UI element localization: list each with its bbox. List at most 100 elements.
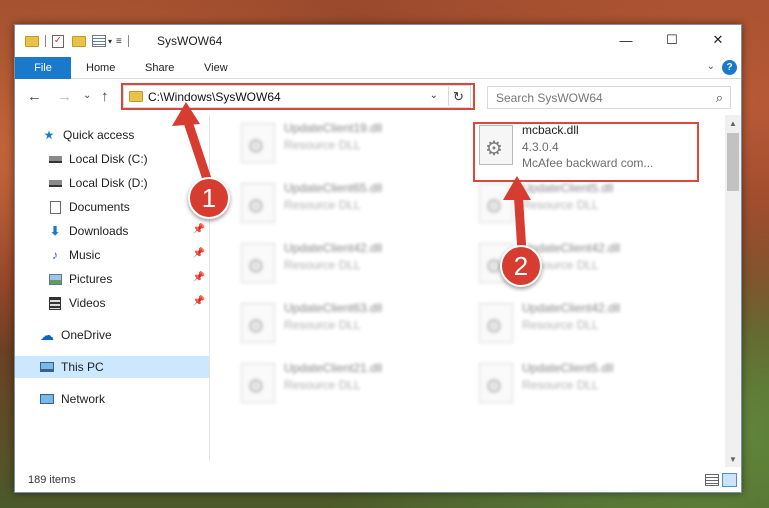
help-icon[interactable]: ? bbox=[722, 60, 737, 75]
file-item[interactable]: ⚙ UpdateClient63.dll Resource DLL bbox=[236, 299, 461, 347]
ribbon-tabs: File Home Share View ⌄ ? bbox=[15, 57, 741, 79]
item-count: 189 items bbox=[28, 474, 76, 486]
computer-icon bbox=[39, 360, 55, 374]
documents-icon bbox=[47, 200, 63, 214]
minimize-button[interactable]: — bbox=[603, 25, 649, 55]
file-item[interactable]: ⚙ UpdateClient42.dll Resource DLL bbox=[236, 239, 461, 287]
sidebar-item-music[interactable]: ♪ Music 📌 bbox=[15, 244, 209, 266]
file-item[interactable]: ⚙ UpdateClient42.dll Resource DLL bbox=[474, 299, 699, 347]
sidebar-item-label: Pictures bbox=[69, 272, 113, 286]
videos-icon bbox=[47, 296, 63, 310]
toolbar-divider bbox=[45, 35, 46, 47]
sidebar-item-this-pc[interactable]: This PC bbox=[15, 356, 209, 378]
toolbar-dropdown-icon[interactable]: ≡ bbox=[116, 36, 122, 47]
search-icon[interactable]: ⌕ bbox=[716, 90, 723, 106]
forward-button[interactable]: → bbox=[57, 88, 72, 105]
file-type: Resource DLL bbox=[284, 138, 361, 152]
file-type: Resource DLL bbox=[284, 318, 361, 332]
properties-icon[interactable] bbox=[92, 35, 106, 47]
pictures-icon bbox=[47, 272, 63, 286]
file-item[interactable]: ⚙ UpdateClient21.dll Resource DLL bbox=[236, 359, 461, 407]
explorer-window: ✓ ▾ ≡ SysWOW64 — ☐ ✕ File Home Share Vie… bbox=[14, 24, 742, 493]
scroll-up-icon[interactable]: ▲ bbox=[725, 115, 741, 131]
sidebar-item-downloads[interactable]: ⬇ Downloads 📌 bbox=[15, 220, 209, 242]
network-icon bbox=[39, 392, 55, 406]
pin-icon[interactable]: 📌 bbox=[193, 224, 205, 235]
scroll-thumb[interactable] bbox=[727, 133, 739, 191]
music-icon: ♪ bbox=[52, 248, 58, 262]
tab-home[interactable]: Home bbox=[86, 57, 115, 79]
pane-divider[interactable] bbox=[209, 115, 210, 461]
sidebar-item-documents[interactable]: Documents bbox=[15, 196, 209, 218]
file-name: UpdateClient5.dll bbox=[522, 181, 614, 195]
file-type: Resource DLL bbox=[522, 198, 599, 212]
sidebar-item-quick-access[interactable]: ★ Quick access bbox=[15, 124, 209, 146]
close-button[interactable]: ✕ bbox=[695, 25, 741, 55]
sidebar-item-label: This PC bbox=[61, 360, 104, 374]
sidebar-item-label: Network bbox=[61, 392, 106, 406]
tab-view[interactable]: View bbox=[204, 57, 228, 79]
sidebar-item-label: Documents bbox=[69, 200, 130, 214]
expand-ribbon-icon[interactable]: ⌄ bbox=[707, 61, 715, 72]
download-icon: ⬇ bbox=[49, 224, 61, 238]
recent-locations-button[interactable]: ⌄ bbox=[83, 90, 91, 101]
file-highlight-box bbox=[473, 122, 699, 182]
dll-file-icon: ⚙ bbox=[241, 363, 275, 403]
sidebar-item-label: OneDrive bbox=[61, 328, 112, 342]
sidebar-item-pictures[interactable]: Pictures 📌 bbox=[15, 268, 209, 290]
file-item[interactable]: ⚙ UpdateClient19.dll Resource DLL bbox=[236, 119, 461, 167]
pin-icon[interactable]: 📌 bbox=[193, 248, 205, 259]
star-icon: ★ bbox=[43, 128, 55, 142]
search-input[interactable]: Search SysWOW64 ⌕ bbox=[487, 86, 731, 109]
vertical-scrollbar[interactable]: ▲ ▼ bbox=[725, 115, 741, 467]
file-name: UpdateClient42.dll bbox=[522, 301, 621, 315]
file-name: UpdateClient65.dll bbox=[284, 181, 383, 195]
large-icons-view-icon[interactable] bbox=[722, 473, 737, 487]
file-type: Resource DLL bbox=[522, 378, 599, 392]
dll-file-icon: ⚙ bbox=[479, 363, 513, 403]
sidebar-item-local-disk-d[interactable]: Local Disk (D:) bbox=[15, 172, 209, 194]
file-name: UpdateClient42.dll bbox=[284, 241, 383, 255]
status-bar: 189 items bbox=[15, 469, 741, 492]
file-item[interactable]: ⚙ UpdateClient65.dll Resource DLL bbox=[236, 179, 461, 227]
file-type: Resource DLL bbox=[284, 258, 361, 272]
back-button[interactable]: ← bbox=[27, 88, 42, 105]
up-button[interactable]: ↑ bbox=[101, 88, 109, 105]
file-item[interactable]: ⚙ UpdateClient5.dll Resource DLL bbox=[474, 359, 699, 407]
file-name: UpdateClient19.dll bbox=[284, 121, 383, 135]
properties-check-icon[interactable]: ✓ bbox=[52, 34, 64, 48]
window-title: SysWOW64 bbox=[157, 34, 223, 48]
sidebar-item-videos[interactable]: Videos 📌 bbox=[15, 292, 209, 314]
sidebar-item-local-disk-c[interactable]: Local Disk (C:) bbox=[15, 148, 209, 170]
details-view-icon[interactable] bbox=[705, 474, 719, 486]
tab-share[interactable]: Share bbox=[145, 57, 174, 79]
navigation-pane: ★ Quick access Local Disk (C:) Local Dis… bbox=[15, 121, 209, 466]
customize-toolbar-icon[interactable]: ▾ bbox=[108, 37, 112, 46]
search-placeholder: Search SysWOW64 bbox=[496, 91, 603, 105]
step-badge-1: 1 bbox=[188, 177, 230, 219]
drive-icon bbox=[47, 176, 63, 190]
file-name: UpdateClient21.dll bbox=[284, 361, 383, 375]
scroll-down-icon[interactable]: ▼ bbox=[725, 451, 741, 467]
sidebar-item-label: Music bbox=[69, 248, 101, 262]
quick-access-toolbar: ✓ ▾ ≡ bbox=[25, 33, 135, 49]
pin-icon[interactable]: 📌 bbox=[193, 296, 205, 307]
cloud-icon: ☁ bbox=[40, 326, 54, 343]
step-badge-2: 2 bbox=[500, 245, 542, 287]
folder-icon bbox=[25, 35, 39, 47]
file-item[interactable]: ⚙ UpdateClient5.dll Resource DLL bbox=[474, 179, 699, 227]
address-highlight-box bbox=[121, 83, 475, 110]
file-name: UpdateClient63.dll bbox=[284, 301, 383, 315]
maximize-button[interactable]: ☐ bbox=[649, 25, 695, 55]
navigation-bar: ← → ⌄ ↑ C:\Windows\SysWOW64 ⌄ ↻ Search S… bbox=[15, 83, 741, 113]
sidebar-item-onedrive[interactable]: ☁ OneDrive bbox=[15, 324, 209, 346]
sidebar-item-network[interactable]: Network bbox=[15, 388, 209, 410]
new-folder-icon[interactable] bbox=[72, 35, 86, 47]
title-bar: ✓ ▾ ≡ SysWOW64 — ☐ ✕ bbox=[15, 25, 741, 57]
sidebar-item-label: Local Disk (D:) bbox=[69, 176, 148, 190]
file-name: UpdateClient5.dll bbox=[522, 361, 614, 375]
file-type: Resource DLL bbox=[284, 198, 361, 212]
tab-file[interactable]: File bbox=[15, 57, 71, 79]
sidebar-item-label: Quick access bbox=[63, 128, 135, 142]
pin-icon[interactable]: 📌 bbox=[193, 272, 205, 283]
